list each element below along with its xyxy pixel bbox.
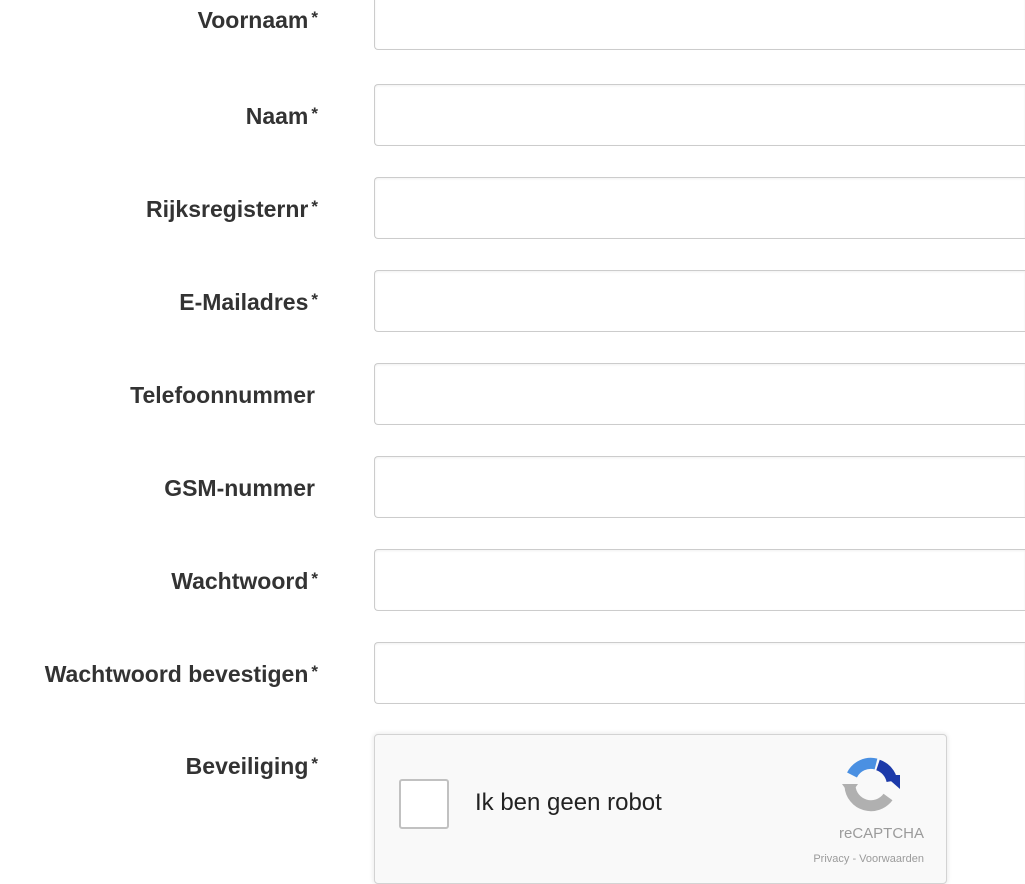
phone-label: Telefoonnummer bbox=[130, 382, 315, 408]
field-row-password-confirm: Wachtwoord bevestigen * bbox=[0, 642, 1025, 706]
required-marker: * bbox=[311, 197, 318, 216]
email-label: E-Mailadres * bbox=[179, 289, 318, 315]
national-number-input[interactable] bbox=[374, 177, 1025, 239]
recaptcha-brand: reCAPTCHA bbox=[838, 825, 924, 842]
required-marker: * bbox=[311, 104, 318, 123]
recaptcha-logo-icon bbox=[840, 753, 902, 815]
password-confirm-label: Wachtwoord bevestigen * bbox=[44, 661, 318, 687]
field-row-password: Wachtwoord * bbox=[0, 549, 1025, 613]
field-row-national-number: Rijksregisternr * bbox=[0, 177, 1025, 241]
required-marker: * bbox=[311, 754, 318, 773]
link-separator: - bbox=[849, 853, 860, 865]
first-name-label: Voornaam * bbox=[197, 7, 318, 33]
last-name-label: Naam * bbox=[245, 103, 318, 129]
required-marker: * bbox=[311, 662, 318, 681]
field-row-first-name: Voornaam * bbox=[0, 0, 1025, 52]
field-row-phone: Telefoonnummer bbox=[0, 363, 1025, 427]
first-name-input[interactable] bbox=[374, 0, 1025, 50]
email-input[interactable] bbox=[374, 270, 1025, 332]
not-robot-label: Ik ben geen robot bbox=[475, 789, 662, 816]
mobile-input[interactable] bbox=[374, 456, 1025, 518]
field-row-email: E-Mailadres * bbox=[0, 270, 1025, 334]
privacy-link[interactable]: Privacy bbox=[813, 853, 849, 865]
registration-form: Voornaam * Naam * Rijksregisternr * E-Maila… bbox=[0, 0, 1025, 884]
last-name-input[interactable] bbox=[374, 84, 1025, 146]
password-input[interactable] bbox=[374, 549, 1025, 611]
security-label: Beveiliging * bbox=[185, 753, 318, 779]
terms-link[interactable]: Voorwaarden bbox=[859, 853, 924, 865]
mobile-label: GSM-nummer bbox=[164, 475, 315, 501]
field-row-last-name: Naam * bbox=[0, 84, 1025, 148]
required-marker: * bbox=[311, 290, 318, 309]
recaptcha-links: Privacy - Voorwaarden bbox=[813, 853, 924, 865]
not-robot-checkbox[interactable] bbox=[399, 779, 449, 829]
recaptcha-widget: Ik ben geen robot reCAPTCHA Privacy - Vo… bbox=[374, 734, 947, 884]
required-marker: * bbox=[311, 8, 318, 27]
password-label: Wachtwoord * bbox=[171, 568, 318, 594]
password-confirm-input[interactable] bbox=[374, 642, 1025, 704]
required-marker: * bbox=[311, 569, 318, 588]
national-number-label: Rijksregisternr * bbox=[146, 196, 318, 222]
field-row-mobile: GSM-nummer bbox=[0, 456, 1025, 520]
phone-input[interactable] bbox=[374, 363, 1025, 425]
